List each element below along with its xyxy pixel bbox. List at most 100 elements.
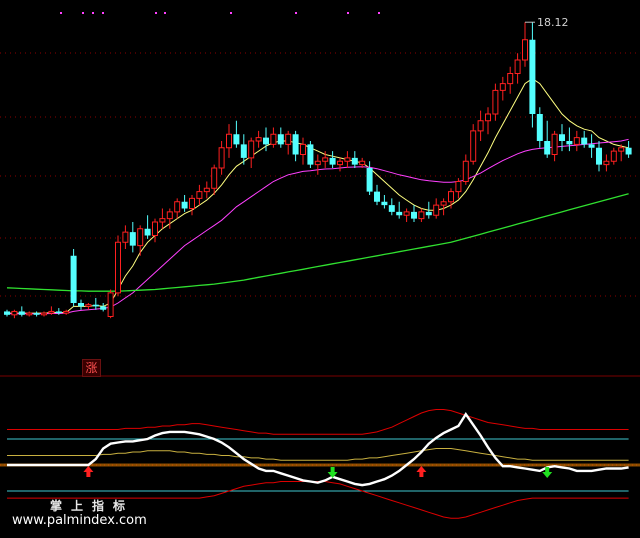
marker-dot-2 — [92, 12, 94, 14]
candle-body — [41, 312, 47, 316]
stock-chart: 18.12 — [0, 12, 640, 519]
candle-body — [359, 160, 366, 166]
candle-body — [344, 157, 351, 162]
candle-46 — [344, 151, 351, 168]
candle-51 — [381, 195, 388, 209]
candle-18 — [137, 225, 144, 256]
candle-body — [122, 231, 129, 243]
candle-58 — [433, 198, 440, 219]
candle-body — [300, 143, 306, 155]
candle-15 — [115, 235, 121, 297]
buy-signal-arrow-0 — [83, 466, 94, 477]
candle-body — [596, 147, 602, 165]
candle-body — [115, 241, 121, 294]
candle-53 — [396, 201, 403, 219]
candle-76 — [566, 127, 573, 152]
marker-dot-6 — [230, 12, 232, 14]
candle-body — [174, 201, 181, 213]
candle-body — [33, 313, 40, 315]
candle-70 — [522, 22, 528, 67]
candle-9 — [70, 249, 77, 307]
candle-body — [536, 114, 543, 141]
candle-13 — [100, 303, 107, 312]
candle-59 — [440, 198, 447, 216]
candle-body — [107, 292, 114, 317]
candle-body — [462, 160, 469, 182]
candle-body — [292, 134, 299, 155]
candle-33 — [248, 137, 255, 168]
sell-signal-arrow-0 — [327, 467, 338, 478]
candle-body — [588, 144, 595, 148]
candle-body — [218, 147, 225, 169]
candle-body — [270, 133, 277, 145]
brand-label: 掌上指标 — [50, 499, 135, 513]
buy-signal-arrow-1 — [416, 466, 427, 477]
candle-37 — [277, 127, 284, 148]
marker-dot-9 — [378, 12, 380, 14]
candle-body — [566, 141, 573, 145]
candle-80 — [596, 141, 602, 172]
signal-arrows — [83, 466, 553, 478]
candle-30 — [226, 124, 232, 158]
candle-body — [78, 303, 84, 307]
candle-body — [388, 205, 395, 212]
candle-14 — [107, 289, 114, 319]
candle-body — [55, 311, 62, 314]
candle-12 — [92, 297, 99, 310]
candle-25 — [189, 195, 195, 216]
candle-64 — [477, 110, 484, 141]
candle-23 — [174, 198, 181, 219]
candle-4 — [33, 311, 40, 317]
candle-74 — [551, 130, 558, 162]
candle-body — [18, 311, 25, 315]
candle-29 — [218, 141, 225, 175]
candle-body — [4, 311, 10, 315]
candle-body — [159, 218, 166, 223]
oscillator-upper-red-band — [7, 409, 629, 435]
candle-11 — [85, 303, 92, 310]
candle-body — [470, 130, 477, 162]
candle-body — [581, 137, 588, 145]
candle-body — [485, 113, 491, 122]
candle-body — [226, 133, 232, 149]
candle-39 — [292, 130, 299, 162]
candle-body — [166, 211, 173, 220]
candle-38 — [285, 130, 292, 155]
candle-2 — [18, 306, 25, 317]
marker-dot-1 — [82, 12, 84, 14]
candle-body — [240, 144, 247, 158]
marker-dot-7 — [295, 12, 297, 14]
candle-20 — [152, 218, 158, 243]
candle-body — [522, 39, 528, 61]
candle-body — [85, 304, 92, 307]
candle-body — [263, 137, 269, 145]
candle-40 — [300, 137, 306, 165]
candle-body — [559, 134, 565, 141]
candle-1 — [11, 309, 18, 319]
candle-body — [603, 160, 610, 166]
candle-44 — [329, 151, 336, 168]
candle-body — [70, 255, 77, 303]
candle-body — [144, 228, 151, 236]
candle-body — [551, 133, 558, 155]
candle-41 — [307, 141, 314, 168]
candle-body — [418, 211, 425, 220]
candle-body — [285, 133, 292, 145]
candle-27 — [203, 181, 210, 199]
candle-21 — [159, 208, 166, 229]
candle-body — [618, 147, 625, 152]
candle-body — [181, 201, 188, 209]
candle-body — [307, 144, 314, 165]
candle-body — [514, 59, 521, 74]
candle-body — [203, 187, 210, 193]
candle-body — [329, 157, 336, 165]
candle-66 — [492, 83, 499, 121]
candle-body — [26, 312, 33, 316]
candle-body — [374, 191, 380, 202]
top-marker-dots — [60, 12, 380, 14]
candle-17 — [129, 222, 136, 253]
candle-body — [455, 181, 462, 193]
candle-body — [448, 191, 454, 203]
candle-5 — [41, 311, 47, 317]
candle-body — [92, 304, 99, 307]
